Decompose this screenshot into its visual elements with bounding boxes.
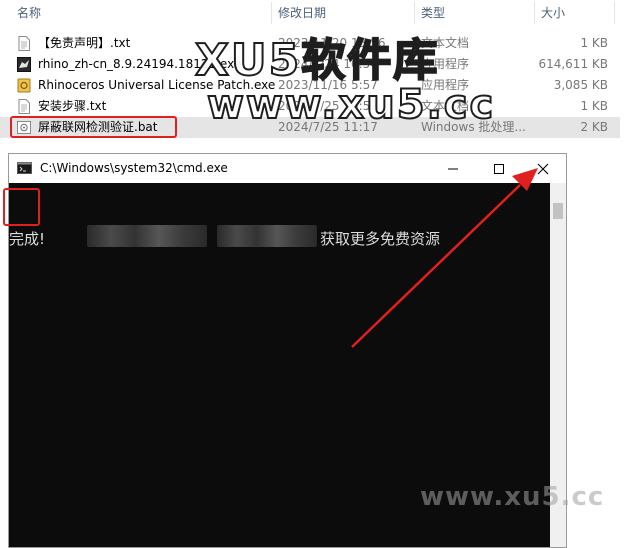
rhino-exe-icon: [17, 57, 31, 72]
watermark-url-bottom: www.xu5.cc: [420, 482, 605, 512]
scrollbar-thumb[interactable]: [553, 203, 563, 219]
highlight-box-bat-file: [10, 116, 177, 138]
file-name: 安装步骤.txt: [38, 99, 107, 113]
column-header-date[interactable]: 修改日期: [278, 0, 326, 26]
file-size: 3,085 KB: [553, 78, 608, 92]
sort-up-icon: ⌃: [137, 0, 145, 6]
column-divider[interactable]: [271, 2, 272, 24]
minimize-icon: [448, 168, 458, 170]
close-icon: [537, 163, 549, 175]
console-line-tail: 获取更多免费资源: [320, 230, 441, 248]
watermark-url: www.xu5.cc: [206, 81, 496, 129]
cmd-title: C:\Windows\system32\cmd.exe: [40, 161, 228, 175]
column-header-size[interactable]: 大小: [541, 0, 565, 26]
column-divider[interactable]: [614, 2, 615, 24]
close-button[interactable]: [520, 154, 566, 183]
text-file-icon: [18, 99, 30, 114]
text-file-icon: [18, 36, 30, 51]
minimize-button[interactable]: [430, 154, 476, 183]
column-header-type[interactable]: 类型: [421, 0, 445, 26]
file-size: 1 KB: [580, 99, 608, 113]
file-size: 1 KB: [580, 36, 608, 50]
patch-exe-icon: [17, 78, 31, 93]
file-name: 【免责声明】.txt: [38, 36, 131, 50]
maximize-icon: [494, 164, 504, 174]
file-size: 2 KB: [580, 120, 608, 134]
cmd-title-bar[interactable]: C:\Windows\system32\cmd.exe: [9, 154, 566, 183]
column-divider[interactable]: [534, 2, 535, 24]
column-header-row: ⌃ 名称 修改日期 类型 大小: [0, 0, 633, 26]
console-line-done: 完成!: [9, 230, 46, 248]
highlight-box-done: [3, 188, 40, 226]
watermark-logo: XU5软件库: [194, 34, 440, 87]
blurred-text: [87, 225, 207, 247]
console-icon: [17, 162, 32, 174]
column-divider[interactable]: [414, 2, 415, 24]
maximize-button[interactable]: [476, 154, 522, 183]
file-size: 614,611 KB: [538, 57, 608, 71]
blurred-text: [217, 225, 317, 247]
column-header-name[interactable]: 名称: [17, 0, 41, 26]
